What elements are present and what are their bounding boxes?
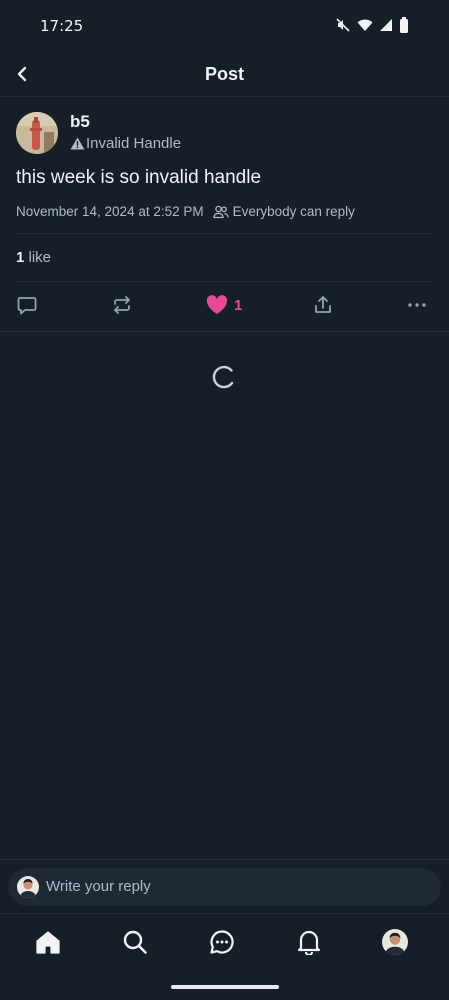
thread-divider bbox=[0, 331, 449, 332]
post-actions: 1 bbox=[16, 293, 433, 317]
reply-setting-label: Everybody can reply bbox=[232, 204, 355, 219]
chat-icon bbox=[210, 930, 234, 954]
bottom-nav bbox=[0, 914, 449, 970]
loading-spinner-icon bbox=[212, 365, 236, 389]
author-handle-text: Invalid Handle bbox=[86, 135, 182, 152]
reply-input[interactable]: Write your reply bbox=[46, 878, 151, 895]
home-indicator[interactable] bbox=[171, 985, 279, 989]
likes-summary[interactable]: 1 like bbox=[16, 249, 51, 266]
like-button[interactable]: 1 bbox=[206, 293, 242, 317]
share-button[interactable] bbox=[312, 293, 334, 317]
author-name[interactable]: b5 bbox=[70, 112, 90, 132]
header: Post bbox=[0, 52, 449, 97]
author-handle[interactable]: Invalid Handle bbox=[70, 135, 181, 152]
post-text: this week is so invalid handle bbox=[16, 167, 262, 188]
status-icons bbox=[335, 17, 409, 38]
likes-label: like bbox=[28, 249, 52, 266]
divider bbox=[0, 859, 449, 860]
people-icon bbox=[212, 205, 229, 218]
author-avatar[interactable] bbox=[16, 112, 58, 154]
nav-home[interactable] bbox=[34, 928, 62, 956]
share-icon bbox=[315, 296, 331, 313]
warning-icon bbox=[70, 137, 85, 150]
divider bbox=[16, 281, 433, 282]
nav-search[interactable] bbox=[121, 928, 149, 956]
status-time: 17:25 bbox=[40, 17, 84, 35]
more-button[interactable] bbox=[407, 293, 427, 317]
avatar bbox=[17, 876, 39, 898]
mute-icon bbox=[335, 17, 351, 38]
nav-chat[interactable] bbox=[208, 928, 236, 956]
reply-setting[interactable]: Everybody can reply bbox=[212, 204, 355, 219]
more-icon bbox=[408, 303, 426, 307]
battery-icon bbox=[399, 17, 409, 38]
post-thread-screen: 17:25 Post b5 Invalid Handle this week i… bbox=[0, 0, 449, 1000]
repost-icon bbox=[114, 296, 130, 314]
profile-avatar bbox=[382, 929, 408, 955]
reply-composer[interactable]: Write your reply bbox=[8, 868, 441, 906]
like-count: 1 bbox=[234, 296, 243, 314]
likes-count: 1 bbox=[16, 249, 25, 266]
search-icon bbox=[123, 930, 147, 954]
nav-notifications[interactable] bbox=[295, 928, 323, 956]
post-meta: November 14, 2024 at 2:52 PM Everybody c… bbox=[16, 204, 355, 219]
nav-profile[interactable] bbox=[381, 928, 409, 956]
status-bar: 17:25 bbox=[0, 0, 449, 52]
page-title: Post bbox=[204, 64, 244, 84]
divider bbox=[16, 233, 433, 234]
signal-icon bbox=[379, 18, 393, 37]
reply-icon bbox=[17, 297, 37, 315]
post-timestamp: November 14, 2024 at 2:52 PM bbox=[16, 204, 204, 219]
home-icon bbox=[36, 931, 60, 954]
heart-icon bbox=[206, 295, 228, 314]
repost-button[interactable] bbox=[111, 293, 133, 317]
reply-button[interactable] bbox=[16, 293, 38, 317]
wifi-icon bbox=[357, 18, 373, 37]
bell-icon bbox=[297, 930, 321, 955]
